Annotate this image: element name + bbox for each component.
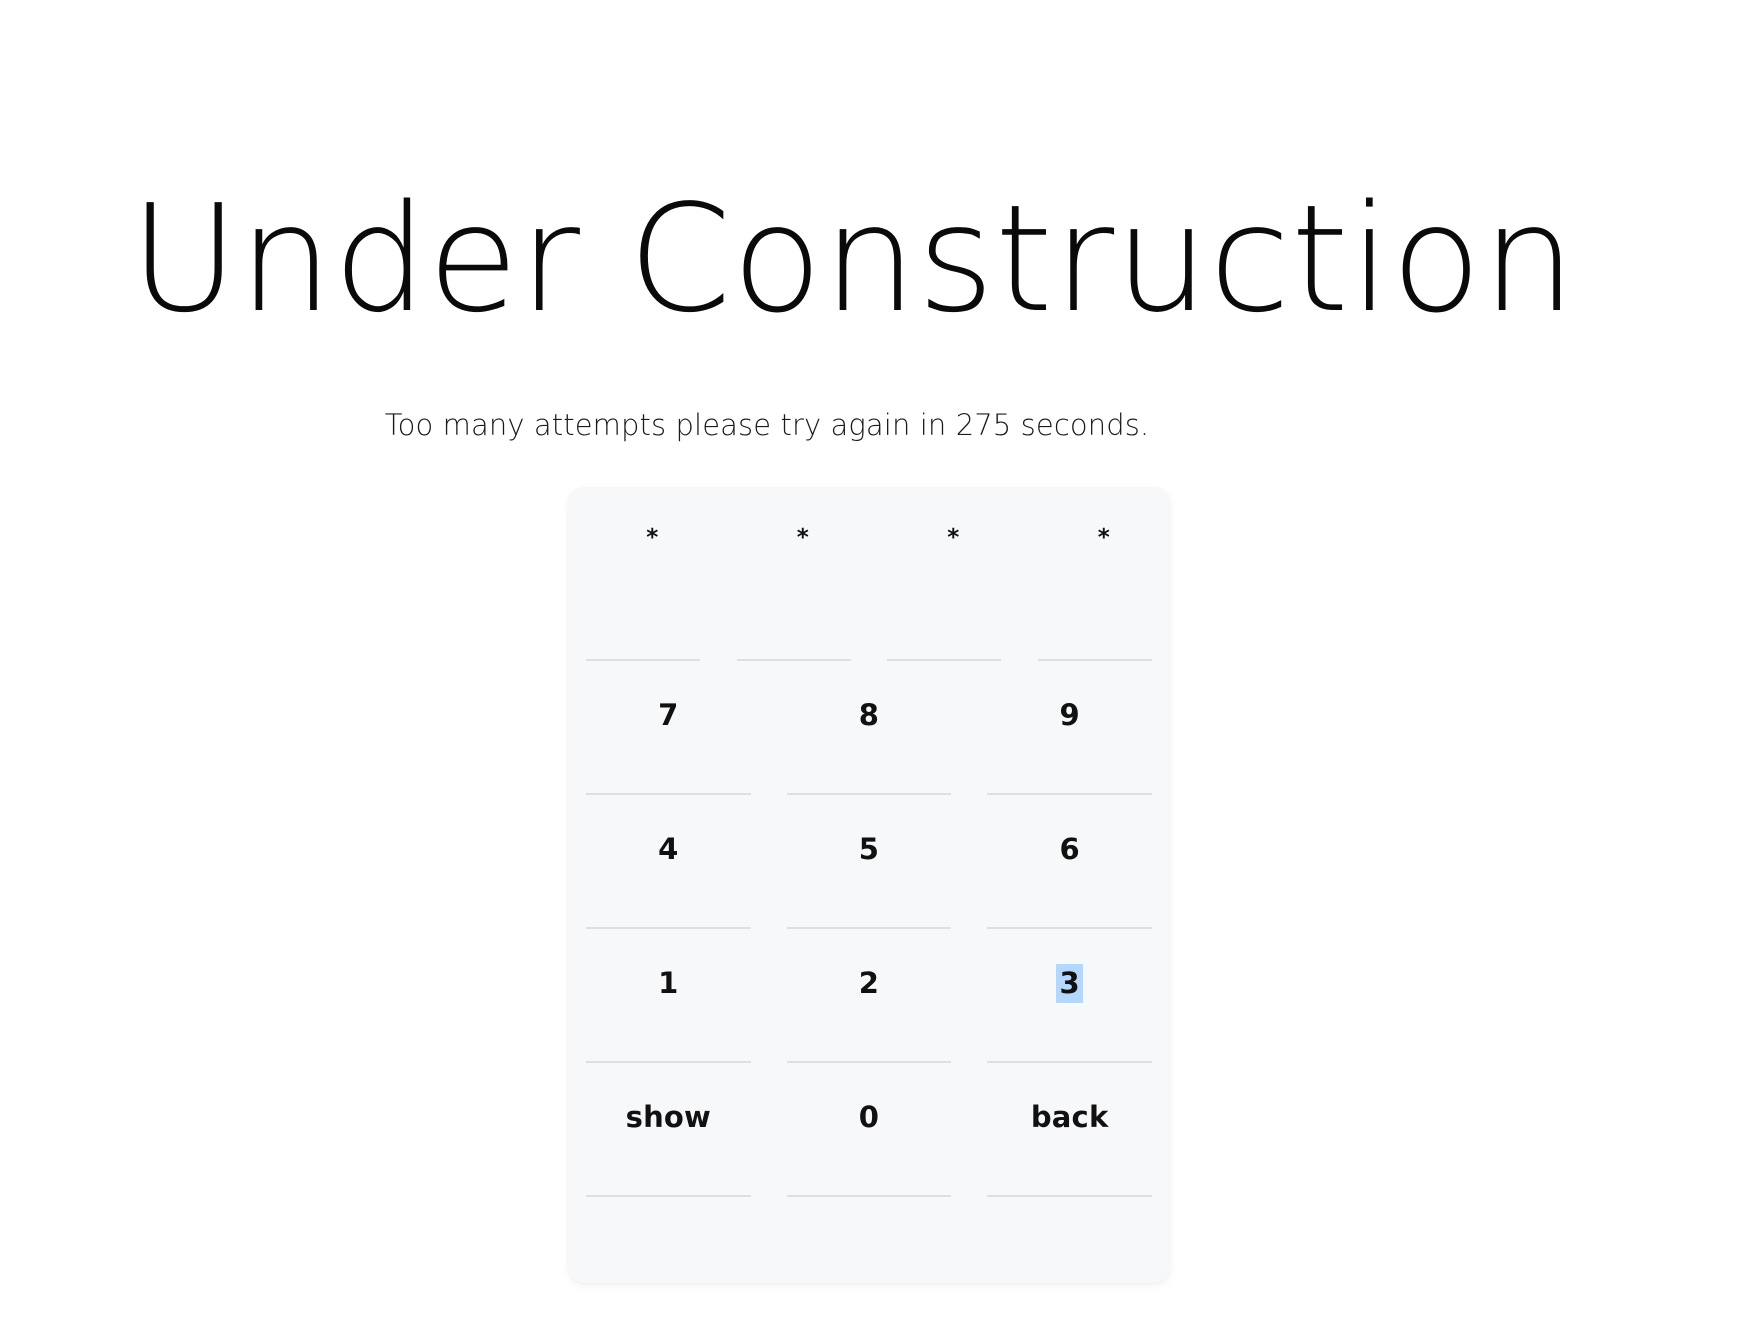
key-5-label: 5 xyxy=(858,832,880,866)
key-2[interactable]: 2 xyxy=(769,929,970,1063)
key-6-label: 6 xyxy=(1059,832,1080,866)
key-4[interactable]: 4 xyxy=(568,795,769,929)
key-3[interactable]: 3 xyxy=(969,929,1170,1063)
key-back-label: back xyxy=(1030,1100,1109,1134)
pin-mask-char: * xyxy=(1097,525,1110,551)
keypad-grid: 7 8 9 4 5 6 1 2 3 show 0 back xyxy=(568,661,1170,1197)
key-9-label: 9 xyxy=(1059,698,1080,732)
pin-slot-2: * xyxy=(719,487,870,661)
key-5[interactable]: 5 xyxy=(769,795,970,929)
pin-keypad-card: * * * * 7 8 9 4 5 6 1 2 3 show 0 back xyxy=(568,487,1170,1283)
pin-display: * * * * xyxy=(568,487,1170,661)
pin-slot-3: * xyxy=(869,487,1020,661)
key-underline xyxy=(987,1195,1152,1197)
page-title-text: Under Construction xyxy=(130,173,1577,346)
key-back[interactable]: back xyxy=(969,1063,1170,1197)
key-9[interactable]: 9 xyxy=(969,661,1170,795)
pin-slot-4: * xyxy=(1020,487,1171,661)
pin-slot-1: * xyxy=(568,487,719,661)
key-show-label: show xyxy=(625,1100,712,1134)
key-4-label: 4 xyxy=(658,832,679,866)
key-7[interactable]: 7 xyxy=(568,661,769,795)
key-underline xyxy=(586,1195,751,1197)
lockout-message: Too many attempts please try again in 27… xyxy=(0,408,1754,442)
page-title: Under Construction xyxy=(130,185,1576,333)
pin-mask-char: * xyxy=(646,525,659,551)
key-8[interactable]: 8 xyxy=(769,661,970,795)
key-1[interactable]: 1 xyxy=(568,929,769,1063)
key-6[interactable]: 6 xyxy=(969,795,1170,929)
key-7-label: 7 xyxy=(658,698,679,732)
key-8-label: 8 xyxy=(858,698,880,732)
key-0[interactable]: 0 xyxy=(769,1063,970,1197)
selected-text: 3 xyxy=(1056,964,1083,1003)
key-1-label: 1 xyxy=(658,966,679,1000)
lockout-message-text: Too many attempts please try again in 27… xyxy=(384,408,1150,442)
key-show[interactable]: show xyxy=(568,1063,769,1197)
key-2-label: 2 xyxy=(858,966,880,1000)
pin-mask-char: * xyxy=(947,525,960,551)
key-3-label: 3 xyxy=(969,964,1170,1003)
key-underline xyxy=(786,1195,952,1197)
key-0-label: 0 xyxy=(858,1100,880,1134)
pin-mask-char: * xyxy=(796,525,809,551)
